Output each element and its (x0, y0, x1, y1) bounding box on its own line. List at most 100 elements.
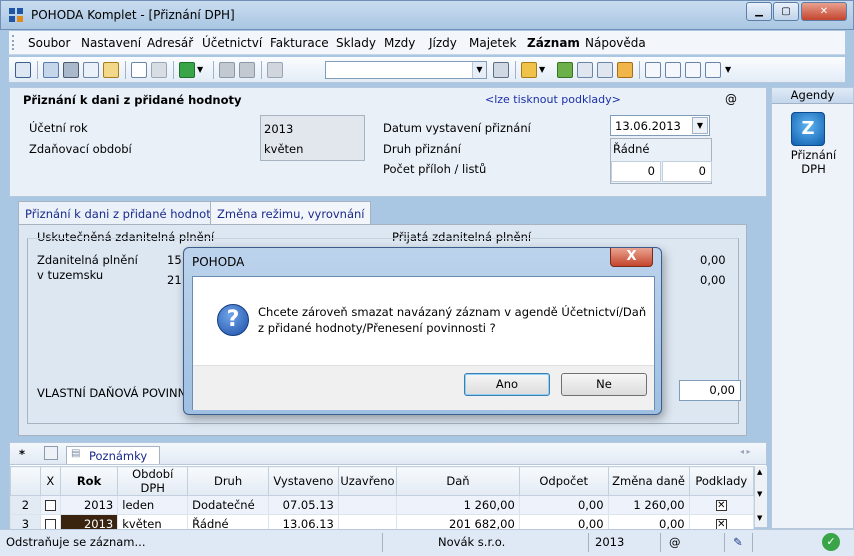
no-button[interactable]: Ne (561, 373, 647, 396)
scroll-down-icon[interactable]: ▼ (757, 514, 762, 522)
chevron-down-icon[interactable]: ▼ (692, 117, 708, 134)
menu-adresar[interactable]: Adresář (147, 36, 193, 50)
menu-napoveda[interactable]: Nápověda (585, 36, 646, 50)
pen-icon[interactable]: ✎ (733, 535, 743, 549)
menu-zaznam[interactable]: Záznam (527, 36, 580, 50)
cell-dan[interactable]: 1 260,00 (396, 495, 520, 515)
col-header-vystaveno[interactable]: Vystaveno (267, 466, 339, 496)
chevron-down-icon[interactable]: ▼ (539, 62, 549, 78)
status-separator (382, 533, 383, 552)
dialog-title: POHODA (192, 255, 245, 269)
close-window-button[interactable]: ✕ (801, 2, 847, 21)
vertical-scrollbar[interactable]: ▲ ▼ ▼ (754, 466, 767, 527)
document-list-icon[interactable] (665, 62, 681, 78)
quick-filter-combo[interactable]: ▼ (325, 61, 487, 79)
print-icon[interactable] (63, 62, 79, 78)
attachments-count-field[interactable]: 0 (611, 161, 661, 182)
col-header-podklady[interactable]: Podklady (688, 466, 755, 496)
col-header-dan[interactable]: Daň (396, 466, 520, 496)
app-icon (9, 8, 23, 22)
preview-icon[interactable] (83, 62, 99, 78)
col-header-druh[interactable]: Druh (187, 466, 269, 496)
filter-icon[interactable] (493, 62, 509, 78)
scroll-up-icon[interactable]: ▲ (757, 468, 762, 476)
message-icon[interactable] (645, 62, 661, 78)
menu-soubor[interactable]: Soubor (28, 36, 70, 50)
status-email-icon[interactable]: @ (669, 535, 681, 549)
agendas-header: Agendy (772, 88, 853, 104)
exit-icon[interactable] (15, 62, 31, 78)
col-header-rok[interactable]: Rok (59, 466, 119, 496)
menu-bar: Soubor Nastavení Adresář Účetnictví Fakt… (9, 31, 845, 55)
menu-nastaveni[interactable]: Nastavení (81, 36, 141, 50)
cell-vystaveno[interactable]: 07.05.13 (267, 495, 339, 515)
chevron-down-icon[interactable]: ▼ (725, 62, 735, 78)
back-arrow-icon[interactable] (179, 62, 195, 78)
check-ok-icon[interactable]: ✓ (822, 533, 840, 551)
tab-vat-return[interactable]: Přiznání k dani z přidané hodnoty (18, 201, 225, 225)
cell-odpocet[interactable]: 0,00 (518, 495, 609, 515)
save-icon[interactable] (219, 62, 235, 78)
chevron-down-icon[interactable]: ▼ (472, 62, 486, 78)
new-record-icon[interactable] (131, 62, 147, 78)
dialog-close-button[interactable]: X (610, 248, 653, 267)
cell-uzavreno[interactable] (337, 495, 398, 515)
col-header-x[interactable]: X (39, 466, 61, 496)
scroll-down-icon[interactable]: ▼ (757, 490, 762, 498)
save-all-icon[interactable] (239, 62, 255, 78)
cell-druh[interactable]: Dodatečné (187, 495, 269, 515)
search-icon[interactable] (43, 62, 59, 78)
form-title: Přiznání k dani z přidané hodnoty (23, 93, 242, 107)
col-header-odpocet[interactable]: Odpočet (518, 466, 609, 496)
vat-return-agenda-label[interactable]: Přiznání DPH (772, 148, 854, 176)
minimize-button[interactable]: ▁ (746, 2, 772, 21)
export-icon[interactable] (103, 62, 119, 78)
note-icon: ▤ (71, 448, 81, 459)
print-source-link[interactable]: <lze tisknout podklady> (485, 93, 621, 106)
edit-icon[interactable] (151, 62, 167, 78)
menu-majetek[interactable]: Majetek (469, 36, 516, 50)
calendar-icon[interactable] (597, 62, 613, 78)
row-checkbox[interactable] (39, 495, 61, 515)
menu-jizdy[interactable]: Jízdy (429, 36, 457, 50)
table-row[interactable]: 2 2013 leden Dodatečné 07.05.13 1 260,00… (10, 495, 755, 515)
cell-obdobi[interactable]: leden (117, 495, 189, 515)
menu-sklady[interactable]: Sklady (336, 36, 376, 50)
money-icon[interactable] (557, 62, 573, 78)
checked-box-icon[interactable]: ✕ (715, 500, 727, 511)
cell-rok[interactable]: 2013 (59, 495, 119, 515)
calculator-icon[interactable] (577, 62, 593, 78)
card-icon[interactable] (685, 62, 701, 78)
status-separator (724, 533, 725, 552)
folder-icon[interactable] (521, 62, 537, 78)
menu-fakturace[interactable]: Fakturace (270, 36, 329, 50)
tab-notes[interactable]: ▤ Poznámky (66, 446, 160, 464)
period-readonly-box: 2013 květen (260, 115, 365, 161)
col-header-uzavreno[interactable]: Uzavřeno (337, 466, 398, 496)
copy-icon[interactable] (267, 62, 283, 78)
return-type-value: Řádné (613, 142, 650, 156)
col-header-obdobi[interactable]: Období DPH (117, 466, 189, 496)
tab-regime-change[interactable]: Změna režimu, vyrovnání (210, 201, 372, 225)
yes-button[interactable]: Ano (464, 373, 550, 396)
chevron-down-icon[interactable]: ▼ (197, 62, 207, 78)
help-cursor-icon[interactable] (705, 62, 721, 78)
window-title: POHODA Komplet - [Přiznání DPH] (31, 8, 235, 22)
issue-date-field[interactable]: 13.06.2013 ▼ (610, 115, 710, 136)
checkbox-icon[interactable] (44, 500, 56, 511)
tab-all-records[interactable]: * (19, 447, 25, 461)
filter-icon[interactable] (44, 446, 58, 460)
cell-podklady[interactable]: ✕ (688, 495, 755, 515)
email-icon[interactable]: @ (725, 92, 737, 106)
grid-header-row: X Rok Období DPH Druh Vystaveno Uzavřeno… (10, 466, 755, 496)
menu-ucetnictvi[interactable]: Účetnictví (202, 36, 262, 50)
maximize-button[interactable]: ▢ (773, 2, 799, 21)
status-separator (660, 533, 661, 552)
vat-return-agenda-icon[interactable]: Z (791, 112, 825, 146)
menu-mzdy[interactable]: Mzdy (384, 36, 415, 50)
coins-icon[interactable] (617, 62, 633, 78)
col-header-zmena[interactable]: Změna daně (607, 466, 690, 496)
sheets-count-field[interactable]: 0 (662, 161, 712, 182)
cell-zmena[interactable]: 1 260,00 (607, 495, 690, 515)
scroll-arrows-icon[interactable]: ◂ ▸ (740, 447, 751, 456)
